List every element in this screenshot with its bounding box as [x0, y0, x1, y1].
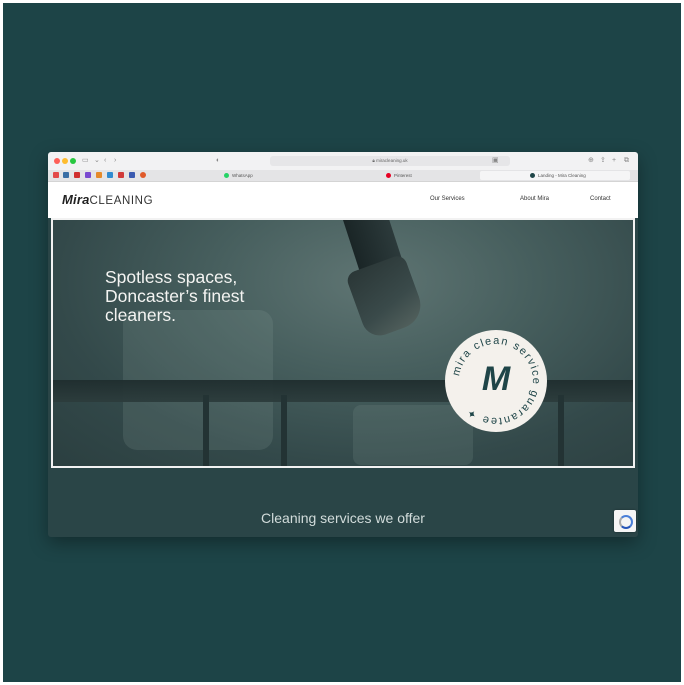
- hero-headline-line: Doncaster’s finest: [105, 286, 245, 306]
- mira-favicon-icon: [530, 173, 535, 179]
- download-icon[interactable]: ⊕: [588, 156, 594, 165]
- nav-contact[interactable]: Contact: [590, 196, 611, 202]
- tab-bar: WhatsApp Pinterest Landing - Mira Cleani…: [48, 170, 638, 182]
- zoom-window-button[interactable]: [70, 158, 76, 164]
- favorite-heart-icon[interactable]: [74, 172, 80, 178]
- mira-m-logo-icon: M: [481, 360, 511, 398]
- tab-whatsapp[interactable]: WhatsApp: [224, 171, 253, 180]
- sidebar-icon[interactable]: ▭: [82, 156, 89, 165]
- favorite-app-icon[interactable]: [96, 172, 102, 178]
- translate-icon[interactable]: ▣: [492, 156, 499, 165]
- guarantee-badge: mira clean service guarantee ✦ M: [445, 330, 547, 432]
- whatsapp-icon: [224, 173, 229, 179]
- favorite-app-icon[interactable]: [129, 172, 135, 178]
- share-icon[interactable]: ⇪: [600, 156, 606, 165]
- site-header: MiraCLEANING Our Services About Mira Con…: [48, 182, 638, 218]
- favorite-app-icon[interactable]: [85, 172, 91, 178]
- hero-banner: Spotless spaces, Doncaster’s finest clea…: [51, 218, 635, 468]
- tab-pinterest[interactable]: Pinterest: [386, 171, 412, 180]
- new-tab-icon[interactable]: +: [612, 156, 616, 165]
- address-url: miracleaning.uk: [376, 158, 408, 163]
- tab-label: Landing - Mira Cleaning: [538, 173, 586, 178]
- logo-bold-text: Mira: [62, 192, 90, 207]
- favorite-app-icon[interactable]: [107, 172, 113, 178]
- privacy-icon[interactable]: ◐: [216, 156, 220, 165]
- hero-headline-line: Spotless spaces,: [105, 267, 238, 287]
- favorite-app-icon[interactable]: [140, 172, 146, 178]
- favorite-bookmark-icon[interactable]: [63, 172, 69, 178]
- forward-icon[interactable]: ›: [114, 156, 116, 165]
- chevron-down-icon[interactable]: ⌄: [94, 156, 100, 165]
- browser-window: ▭ ⌄ ‹ › ◐ 🔒︎ miracleaning.uk ▣ ⊕ ⇪ + ⧉ W…: [48, 152, 638, 537]
- close-window-button[interactable]: [54, 158, 60, 164]
- hero-railing-image: [53, 380, 633, 402]
- hero-headline-line: cleaners.: [105, 305, 177, 325]
- back-icon[interactable]: ‹: [104, 156, 106, 165]
- hero-headline: Spotless spaces, Doncaster’s finest clea…: [105, 268, 325, 325]
- nav-about-mira[interactable]: About Mira: [520, 196, 549, 202]
- nav-our-services[interactable]: Our Services: [430, 196, 465, 202]
- tab-label: WhatsApp: [232, 173, 253, 178]
- tab-landing[interactable]: Landing - Mira Cleaning: [480, 171, 630, 180]
- minimize-window-button[interactable]: [62, 158, 68, 164]
- tab-overview-icon[interactable]: ⧉: [624, 156, 629, 165]
- favorite-app-icon[interactable]: [118, 172, 124, 178]
- address-bar[interactable]: 🔒︎ miracleaning.uk: [270, 156, 510, 166]
- hero-post: [203, 395, 209, 466]
- hero-post: [558, 395, 564, 466]
- logo-light-text: CLEANING: [89, 195, 154, 207]
- services-section-title: Cleaning services we offer: [261, 510, 425, 526]
- browser-toolbar: ▭ ⌄ ‹ › ◐ 🔒︎ miracleaning.uk ▣ ⊕ ⇪ + ⧉: [48, 152, 638, 171]
- hero-post: [281, 395, 287, 466]
- favorite-gmail-icon[interactable]: [53, 172, 59, 178]
- tab-label: Pinterest: [394, 173, 412, 178]
- pinterest-icon: [386, 173, 391, 179]
- recaptcha-badge-icon[interactable]: [614, 510, 636, 532]
- site-logo[interactable]: MiraCLEANING: [62, 192, 153, 207]
